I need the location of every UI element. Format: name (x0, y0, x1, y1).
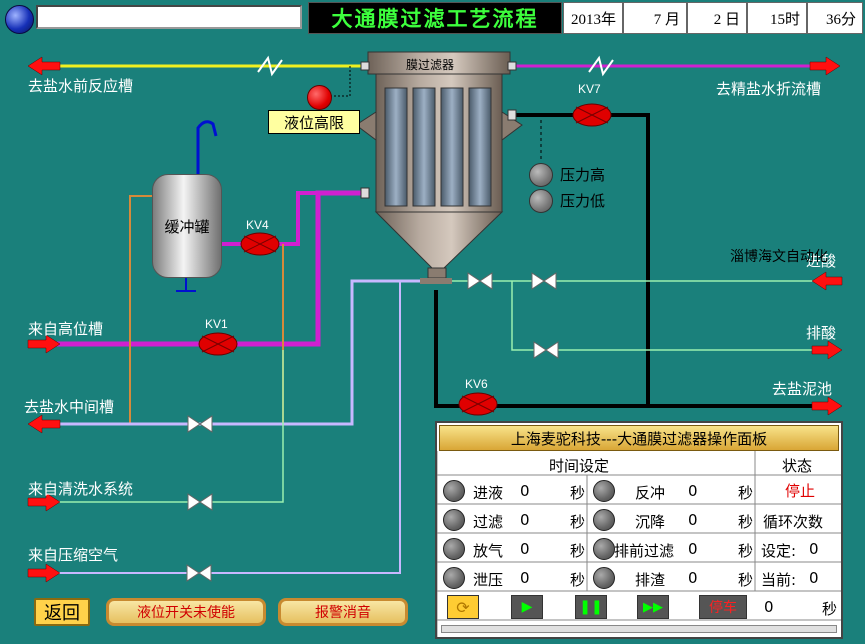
pipe-kv7 (510, 113, 650, 405)
row-label-filter: 过滤 (473, 513, 504, 531)
lamp-backwash (593, 480, 615, 502)
timer-unit: 秒 (822, 600, 838, 618)
stop-button[interactable]: 停车 (699, 595, 747, 619)
lamp-filter (443, 509, 465, 531)
step-button[interactable]: ▶▶ (637, 595, 669, 619)
level-high-alarm: 液位高限 (268, 110, 360, 134)
start-button[interactable]: ▶ (511, 595, 543, 619)
status-value: 停止 (785, 482, 816, 500)
sec-unit: 秒 (570, 571, 586, 589)
timer-value: 0 (764, 598, 774, 616)
break-symbol-right (588, 55, 614, 77)
lamp-vent (443, 538, 465, 560)
time-setting-header: 时间设定 (549, 457, 610, 475)
level-alarm-lamp (307, 85, 332, 110)
row-label-backwash: 反冲 (635, 484, 666, 502)
pressure-high-lamp (529, 163, 553, 187)
pipe-acid-discharge (511, 281, 830, 351)
lamp-depressure (443, 567, 465, 589)
stream-from-high-tank: 来自高位槽 (28, 320, 104, 338)
sec-unit: 秒 (570, 513, 586, 531)
valve-label-kv1: KV1 (205, 317, 228, 331)
valve-kv1 (198, 332, 238, 356)
buffer-tank: 缓冲罐 (152, 174, 222, 278)
stream-to-mid-tank: 去盐水中间槽 (24, 398, 115, 416)
lamp-settle (593, 509, 615, 531)
pipe-to-sludge (434, 290, 830, 408)
sec-unit: 秒 (738, 484, 754, 502)
valve-label-kv6: KV6 (465, 377, 488, 391)
input-settle-time[interactable]: 0 (688, 511, 698, 529)
input-depressure-time[interactable]: 0 (520, 569, 530, 587)
cycle-current-value: 0 (809, 569, 819, 587)
valve-kv7 (572, 103, 612, 127)
filter-label: 膜过滤器 (406, 58, 455, 72)
stream-to-sludge: 去盐泥池 (772, 380, 833, 398)
sec-unit: 秒 (570, 484, 586, 502)
input-filter-time[interactable]: 0 (520, 511, 530, 529)
pause-button[interactable]: ❚❚ (575, 595, 607, 619)
break-symbol-left (257, 55, 283, 77)
level-switch-button[interactable]: 液位开关未使能 (106, 598, 266, 626)
stream-from-wash-water: 来自清洗水系统 (28, 480, 134, 498)
stream-to-reactor: 去盐水前反应槽 (28, 77, 134, 95)
cycle-setting-input[interactable]: 0 (809, 540, 819, 558)
valve-label-kv4: KV4 (246, 218, 269, 232)
reset-button[interactable]: ⟳ (447, 595, 479, 619)
row-label-feed: 进液 (473, 484, 504, 502)
input-vent-time[interactable]: 0 (520, 540, 530, 558)
stream-acid-discharge: 排酸 (806, 324, 837, 342)
stream-to-refined-brine: 去精盐水折流槽 (716, 80, 822, 98)
valve-kv6 (458, 392, 498, 416)
filter-cone (374, 211, 504, 269)
sec-unit: 秒 (738, 542, 754, 560)
pause-icon: ❚❚ (579, 599, 603, 615)
pressure-low-lamp (529, 189, 553, 213)
sec-unit: 秒 (738, 513, 754, 531)
alarm-silence-button[interactable]: 报警消音 (278, 598, 408, 626)
sec-unit: 秒 (738, 571, 754, 589)
lamp-sludge (593, 567, 615, 589)
panel-title: 上海麦驼科技---大通膜过滤器操作面板 (439, 425, 839, 451)
stream-from-compressed-air: 来自压缩空气 (28, 546, 119, 564)
row-label-settle: 沉降 (635, 513, 666, 531)
sec-unit: 秒 (570, 542, 586, 560)
operation-panel: 上海麦驼科技---大通膜过滤器操作面板 时间设定 状态 进液 0 秒 过滤 0 … (435, 421, 843, 639)
row-label-sludge: 排渣 (635, 571, 666, 589)
progress-bar (441, 625, 837, 633)
play-icon: ▶ (521, 599, 533, 615)
valve-kv4 (240, 232, 280, 256)
lamp-feed (443, 480, 465, 502)
fast-forward-icon: ▶▶ (643, 599, 663, 615)
cycle-count-label: 循环次数 (763, 513, 824, 531)
back-button[interactable]: 返回 (34, 598, 90, 626)
input-pre-drain-time[interactable]: 0 (688, 540, 698, 558)
pressure-high-label: 压力高 (560, 166, 606, 184)
row-label-vent: 放气 (473, 542, 504, 560)
vendor-overlay: 淄博海文自动化 (730, 249, 828, 265)
cycle-icon: ⟳ (456, 597, 470, 617)
cycle-setting-label: 设定: (761, 542, 797, 560)
lamp-pre-drain (593, 538, 615, 560)
status-header: 状态 (782, 457, 813, 475)
cycle-current-label: 当前: (761, 571, 797, 589)
row-label-depressure: 泄压 (473, 571, 504, 589)
row-label-pre-drain: 排前过滤 (614, 542, 675, 560)
pipe-kv4 (262, 191, 362, 246)
input-sludge-time[interactable]: 0 (688, 569, 698, 587)
valve-label-kv7: KV7 (578, 82, 601, 96)
input-feed-time[interactable]: 0 (520, 482, 530, 500)
pressure-low-label: 压力低 (560, 192, 606, 210)
input-backwash-time[interactable]: 0 (688, 482, 698, 500)
